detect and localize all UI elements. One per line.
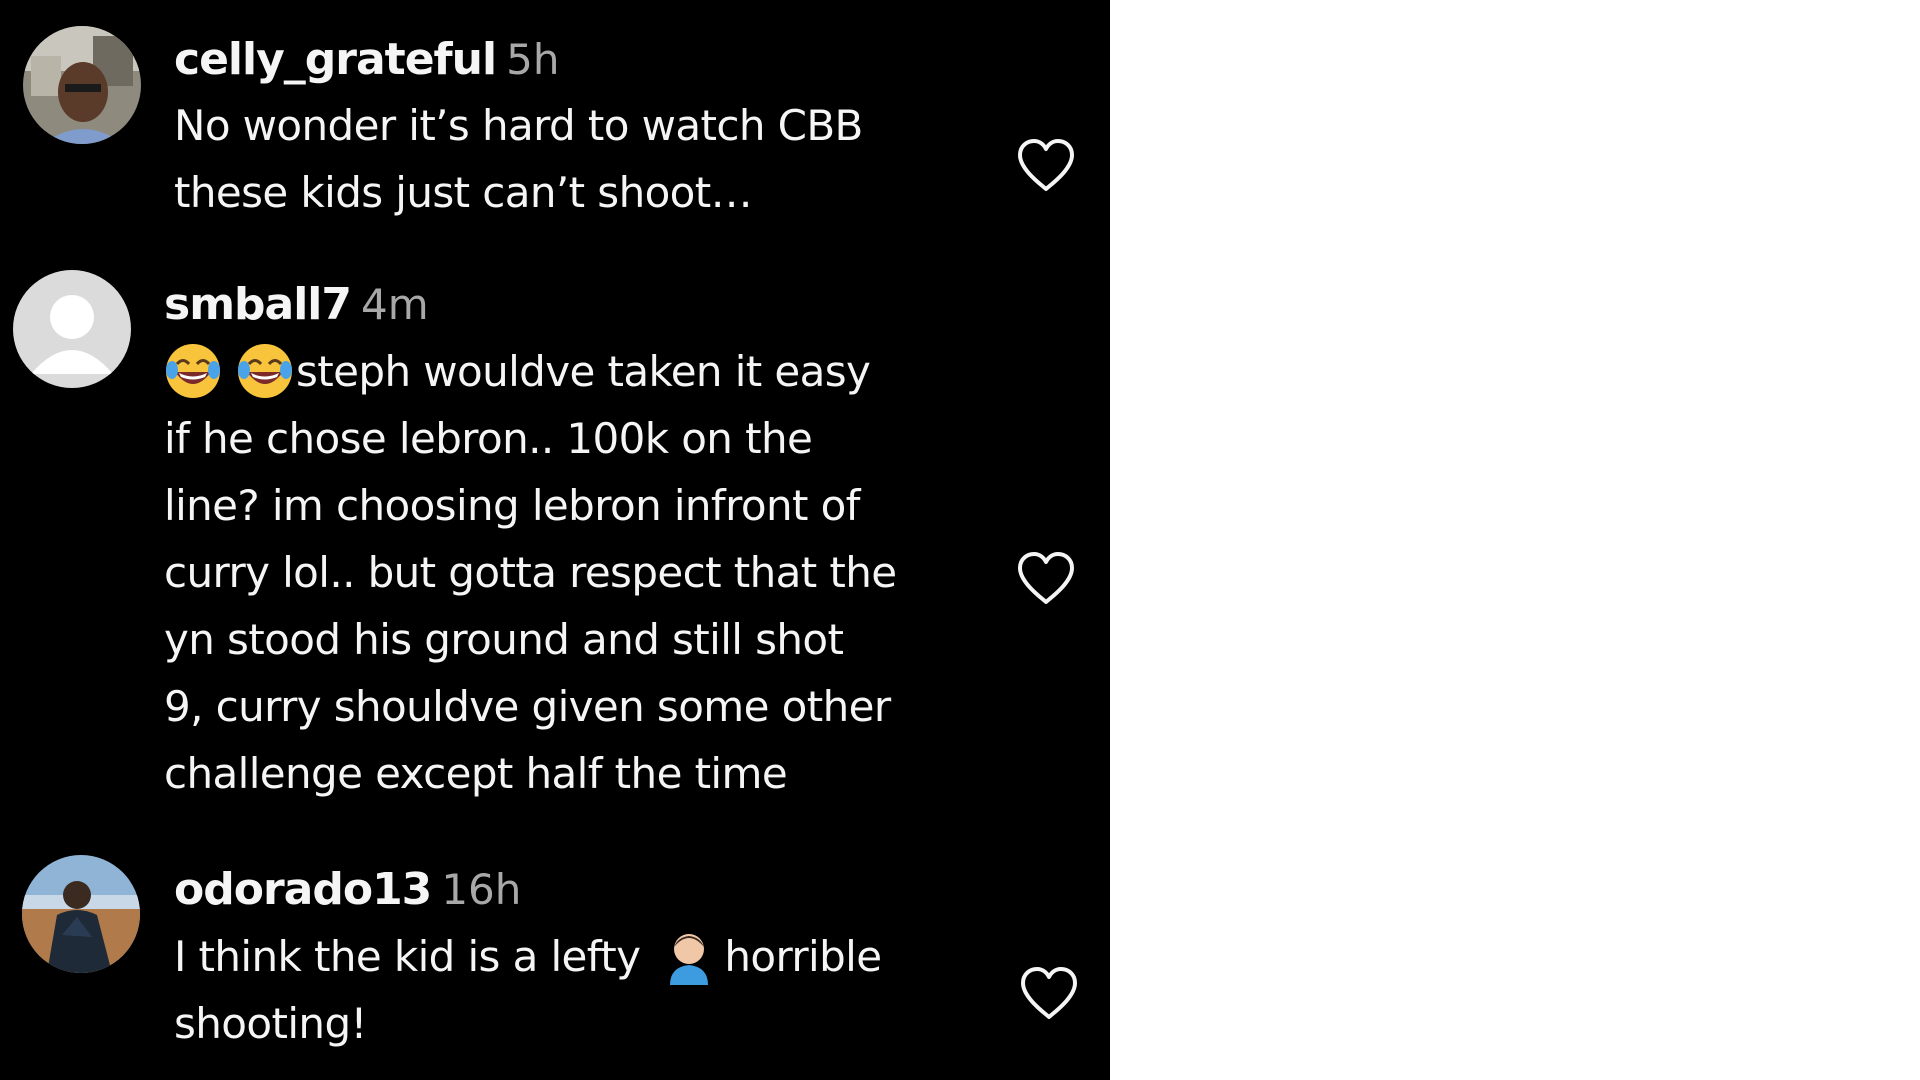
comment-text-line: curry lol.. but gotta respect that the [164,548,897,597]
comment-text: No wonder it’s hard to watch CBB these k… [174,92,863,226]
comment-text-segment: horrible [724,932,882,981]
comment-username[interactable]: odorado13 [174,864,432,915]
avatar[interactable] [22,855,140,973]
face-with-tears-of-joy-emoji [164,342,222,400]
face-with-tears-of-joy-emoji [236,342,294,400]
comment-text-line: No wonder it’s hard to watch CBB [174,101,863,150]
comment-text-line: steph wouldve taken it easy [164,338,897,405]
heart-outline-icon[interactable] [1015,550,1077,606]
comment-timestamp: 16h [441,865,522,914]
comment-text-segment: I think the kid is a lefty [174,932,641,981]
comment-text-line: these kids just can’t shoot… [174,168,753,217]
comment-text-line: challenge except half the time [164,749,788,798]
comment-text: steph wouldve taken it easy if he chose … [164,338,897,807]
comment-text-line: line? im choosing lebron infront of [164,481,860,530]
comment-text-line: 9, curry shouldve given some other [164,682,891,731]
comment-timestamp: 4m [361,280,429,329]
comment-text-line: yn stood his ground and still shot [164,615,844,664]
comments-panel: celly_grateful 5h No wonder it’s hard to … [0,0,1110,1080]
heart-outline-icon[interactable] [1015,137,1077,193]
heart-outline-icon[interactable] [1018,965,1080,1021]
avatar[interactable] [13,270,131,388]
comment-timestamp: 5h [506,35,560,84]
comment-text-line: if he chose lebron.. 100k on the [164,414,813,463]
comment-text-segment: steph wouldve taken it easy [296,347,871,396]
comment-username[interactable]: celly_grateful [174,34,497,85]
comment-text-line: I think the kid is a lefty horrible [174,923,882,990]
comment-text-line: shooting! [174,999,367,1048]
comment-text: I think the kid is a lefty horrible shoo… [174,923,882,1057]
person-facepalming-emoji [660,927,710,985]
avatar[interactable] [23,26,141,144]
comment-username[interactable]: smball7 [164,279,352,330]
